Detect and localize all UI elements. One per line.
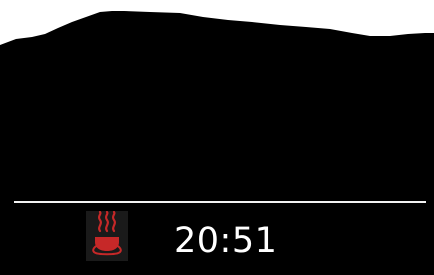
device-screen: 20:51 bbox=[0, 0, 434, 275]
steam-cup-icon bbox=[86, 211, 128, 261]
clock-time: 20:51 bbox=[174, 221, 278, 261]
divider-line bbox=[14, 201, 426, 203]
